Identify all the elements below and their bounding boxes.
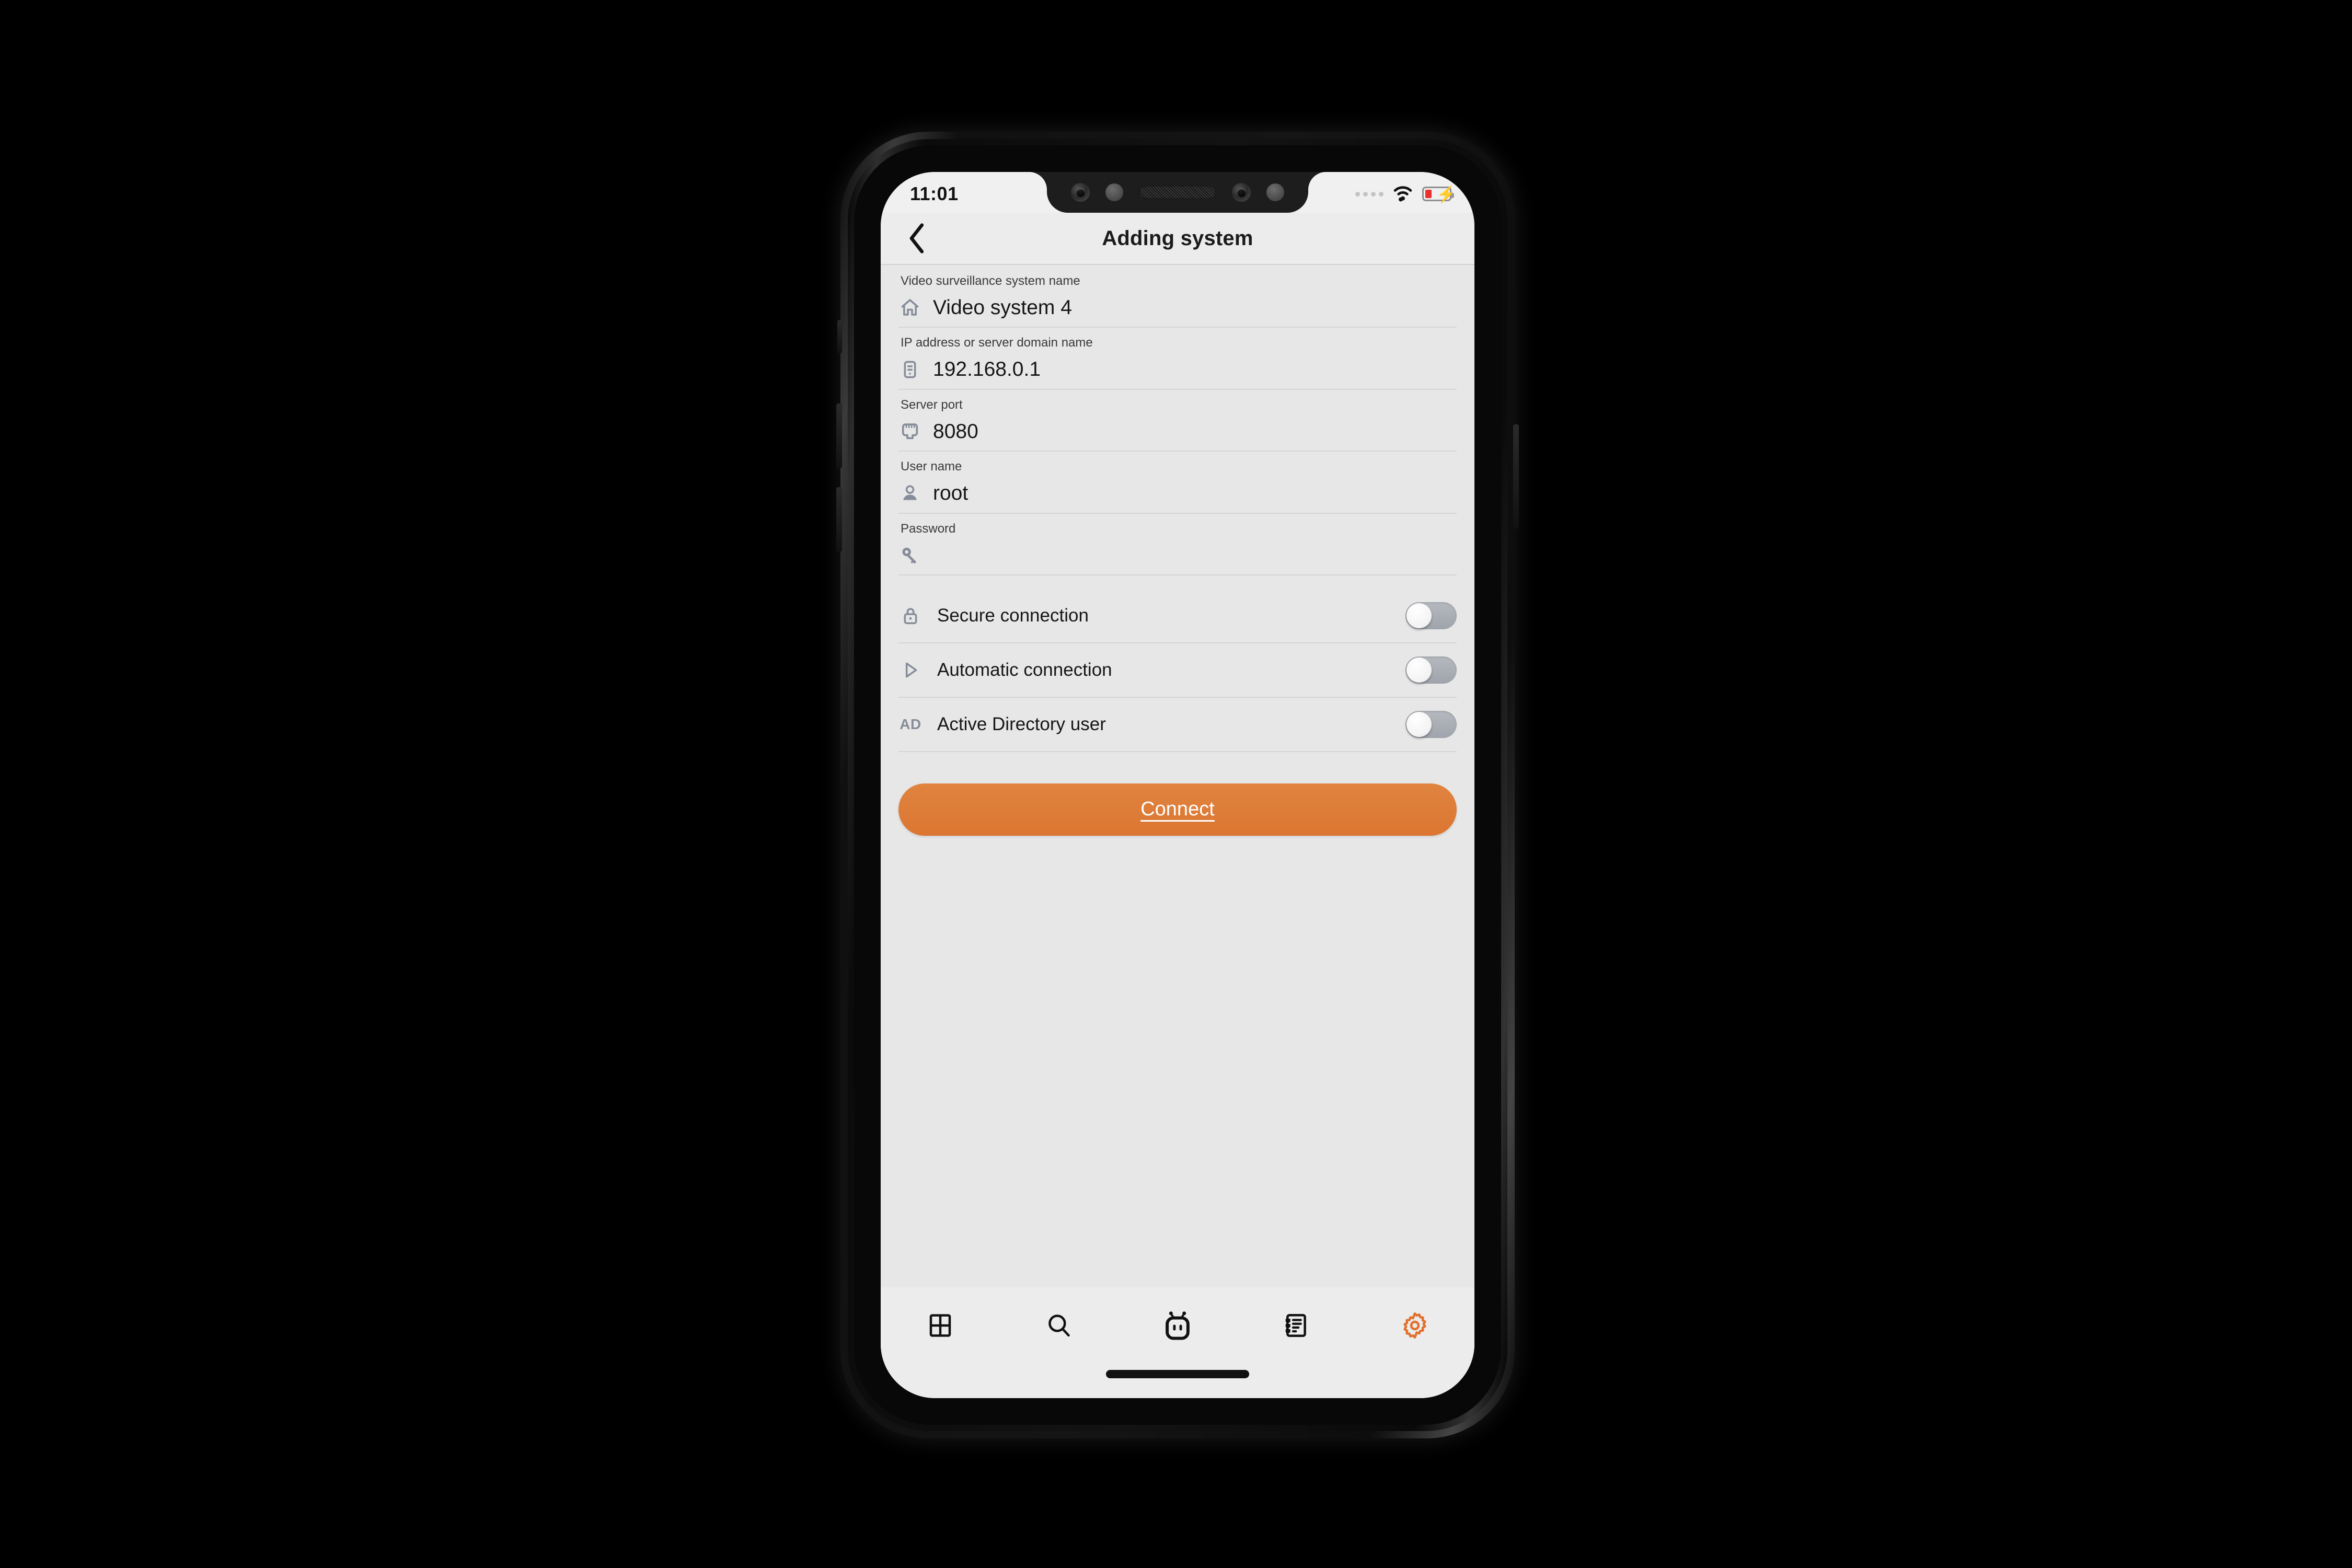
phone-screen: 11:01 ⚡ Adding system Video surveillance… bbox=[881, 172, 1474, 1398]
field-server-port[interactable]: Server port 8080 bbox=[898, 390, 1457, 452]
tab-reports[interactable] bbox=[1265, 1303, 1328, 1348]
front-camera-icon bbox=[1071, 183, 1090, 202]
volume-down-button[interactable] bbox=[836, 487, 842, 552]
search-icon bbox=[1048, 1315, 1070, 1337]
proximity-sensor-icon bbox=[1105, 183, 1123, 201]
field-value[interactable]: 192.168.0.1 bbox=[933, 359, 1041, 379]
server-icon bbox=[898, 358, 921, 381]
field-label: Server port bbox=[901, 397, 963, 412]
chevron-left-icon bbox=[909, 223, 924, 253]
toggle-label: Automatic connection bbox=[937, 659, 1112, 680]
status-indicators: ⚡ bbox=[1355, 184, 1457, 204]
signal-dots-icon bbox=[1355, 191, 1383, 197]
field-label: Video surveillance system name bbox=[901, 274, 1080, 288]
navigation-header: Adding system bbox=[881, 213, 1474, 265]
phone-device: 11:01 ⚡ Adding system Video surveillance… bbox=[836, 132, 1519, 1438]
connect-button[interactable]: Connect bbox=[898, 783, 1457, 836]
toggle-row-active-directory-user[interactable]: AD Active Directory user bbox=[898, 698, 1457, 752]
tab-layouts[interactable] bbox=[909, 1303, 972, 1348]
field-label: IP address or server domain name bbox=[901, 336, 1093, 350]
tab-settings[interactable] bbox=[1383, 1303, 1446, 1348]
toggle-row-secure-connection[interactable]: Secure connection bbox=[898, 589, 1457, 643]
home-icon bbox=[898, 296, 921, 319]
toggle-active-directory-user[interactable] bbox=[1405, 710, 1457, 738]
mute-switch-button[interactable] bbox=[837, 320, 842, 353]
front-camera-secondary-icon bbox=[1232, 183, 1251, 202]
field-value[interactable]: root bbox=[933, 483, 968, 503]
status-clock: 11:01 bbox=[910, 183, 959, 204]
field-value[interactable]: Video system 4 bbox=[933, 297, 1072, 318]
field-system-name[interactable]: Video surveillance system name Video sys… bbox=[898, 266, 1457, 328]
primary-action-area: Connect bbox=[881, 752, 1474, 836]
toggle-row-automatic-connection[interactable]: Automatic connection bbox=[898, 643, 1457, 698]
ambient-light-sensor-icon bbox=[1266, 183, 1284, 201]
key-icon bbox=[898, 544, 921, 567]
ad-text-icon: AD bbox=[898, 712, 923, 736]
field-server-address[interactable]: IP address or server domain name 192.168… bbox=[898, 328, 1457, 390]
user-icon bbox=[898, 482, 921, 505]
page-title: Adding system bbox=[1102, 226, 1253, 250]
toggle-label: Secure connection bbox=[937, 605, 1089, 626]
ad-label: AD bbox=[900, 716, 921, 732]
toggle-automatic-connection[interactable] bbox=[1405, 656, 1457, 684]
home-indicator bbox=[1106, 1370, 1249, 1378]
form-content: Video surveillance system name Video sys… bbox=[881, 266, 1474, 1398]
field-label: User name bbox=[901, 459, 962, 474]
wifi-icon bbox=[1391, 184, 1415, 204]
tab-assistant[interactable] bbox=[1146, 1303, 1209, 1348]
field-user-name[interactable]: User name root bbox=[898, 452, 1457, 514]
bottom-tab-bar bbox=[881, 1287, 1474, 1398]
phone-notch bbox=[1029, 172, 1326, 213]
lock-icon bbox=[898, 604, 923, 628]
toggle-label: Active Directory user bbox=[937, 713, 1106, 734]
toggle-secure-connection[interactable] bbox=[1405, 602, 1457, 629]
volume-up-button[interactable] bbox=[836, 403, 842, 468]
play-icon bbox=[898, 658, 923, 682]
gear-icon bbox=[1403, 1312, 1426, 1339]
field-password[interactable]: Password bbox=[898, 514, 1457, 575]
robot-icon bbox=[1166, 1311, 1190, 1340]
ethernet-port-icon bbox=[898, 420, 921, 443]
field-label: Password bbox=[901, 521, 956, 536]
back-button[interactable] bbox=[900, 222, 933, 255]
report-list-icon bbox=[1285, 1313, 1307, 1338]
connect-button-label: Connect bbox=[1140, 798, 1215, 821]
tab-search[interactable] bbox=[1028, 1303, 1090, 1348]
grid-layout-icon bbox=[929, 1314, 951, 1337]
field-value[interactable]: 8080 bbox=[933, 421, 978, 442]
power-button[interactable] bbox=[1513, 424, 1519, 529]
battery-charging-icon: ⚡ bbox=[1422, 186, 1457, 202]
earpiece-speaker-icon bbox=[1139, 186, 1216, 199]
